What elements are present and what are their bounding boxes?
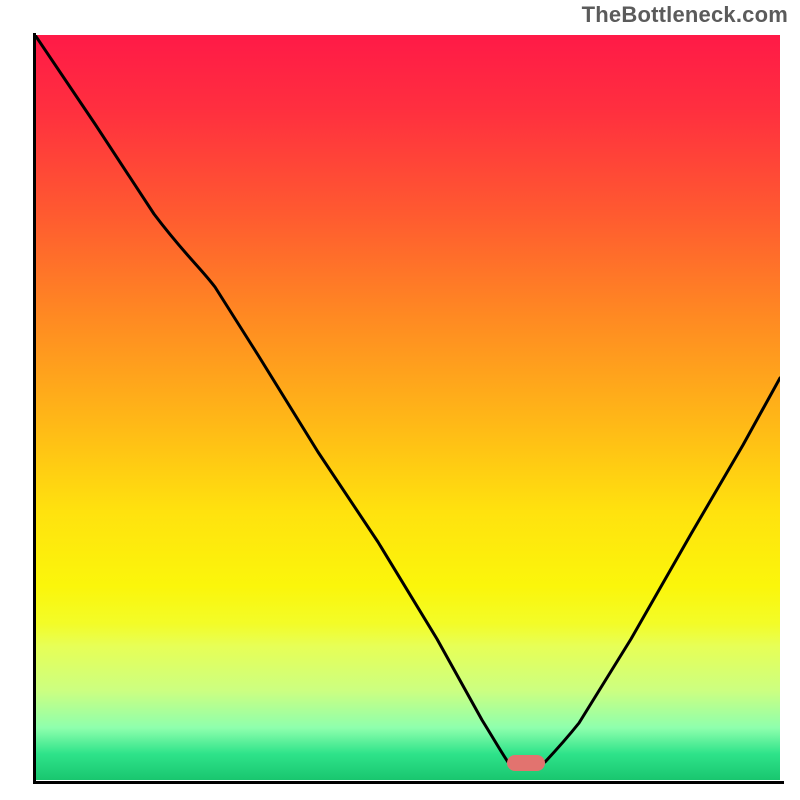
optimal-marker xyxy=(507,755,545,771)
y-axis-line xyxy=(33,33,36,784)
curve-svg xyxy=(35,35,780,780)
chart-root: TheBottleneck.com xyxy=(0,0,800,800)
bottleneck-curve xyxy=(35,35,780,762)
plot-area xyxy=(35,35,780,780)
watermark-text: TheBottleneck.com xyxy=(582,2,788,28)
x-axis-line xyxy=(33,781,784,784)
